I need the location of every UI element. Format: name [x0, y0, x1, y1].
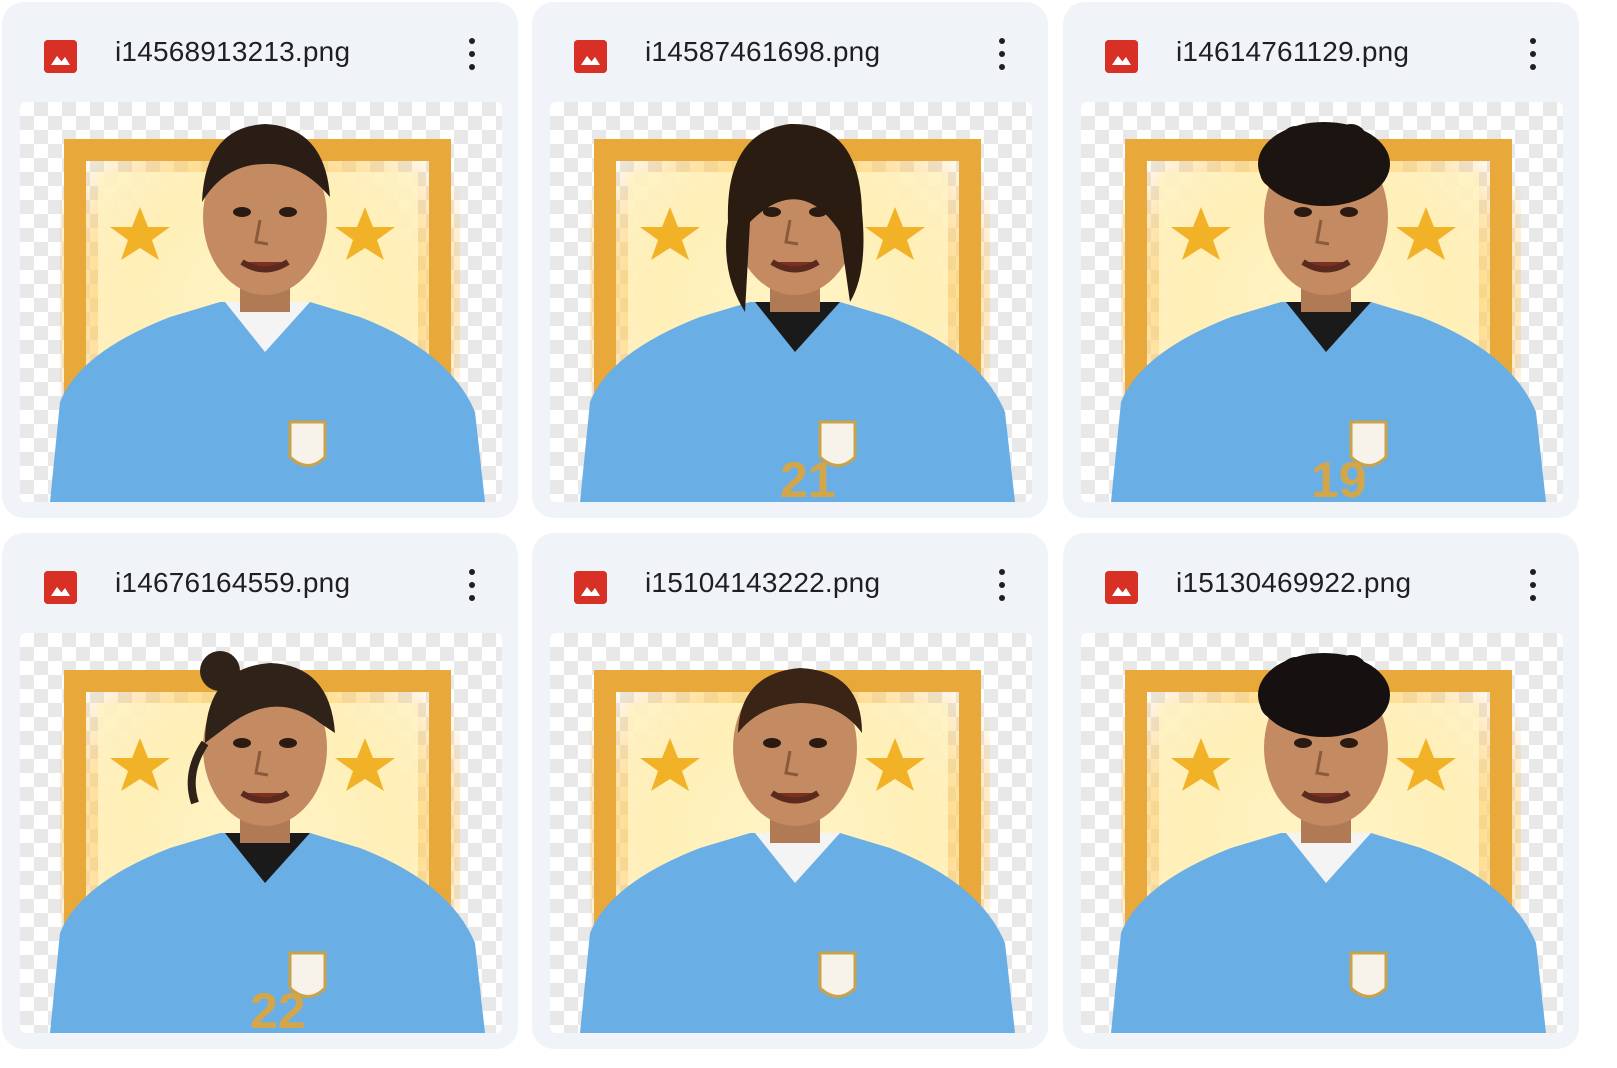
svg-text:19: 19 — [1311, 452, 1367, 502]
image-file-icon — [44, 571, 77, 604]
player-portrait — [580, 668, 1015, 1033]
player-portrait: 22 — [50, 651, 485, 1033]
more-vert-icon[interactable] — [460, 565, 484, 605]
image-file-icon — [574, 40, 607, 73]
player-portrait: 21 — [580, 123, 1015, 502]
image-thumbnail[interactable]: 21 — [550, 102, 1032, 502]
file-card[interactable]: i14614761129.png 19 — [1063, 2, 1579, 518]
file-card[interactable]: i15104143222.png — [532, 533, 1048, 1049]
file-card-header: i14587461698.png — [532, 2, 1048, 98]
file-card[interactable]: i14568913213.png — [2, 2, 518, 518]
file-grid: i14568913213.png i14587461698.png 21 i14… — [0, 0, 1617, 1068]
more-vert-icon[interactable] — [990, 34, 1014, 74]
file-card[interactable]: i15130469922.png — [1063, 533, 1579, 1049]
image-file-icon — [1105, 571, 1138, 604]
image-file-icon — [1105, 40, 1138, 73]
file-name[interactable]: i14676164559.png — [115, 567, 350, 599]
file-card-header: i15130469922.png — [1063, 533, 1579, 629]
player-portrait — [50, 124, 485, 502]
file-card[interactable]: i14676164559.png 22 — [2, 533, 518, 1049]
file-name[interactable]: i15130469922.png — [1176, 567, 1411, 599]
more-vert-icon[interactable] — [990, 565, 1014, 605]
file-card[interactable]: i14587461698.png 21 — [532, 2, 1048, 518]
image-thumbnail[interactable] — [550, 633, 1032, 1033]
file-name[interactable]: i14614761129.png — [1176, 36, 1409, 68]
svg-text:22: 22 — [250, 983, 306, 1033]
image-thumbnail[interactable] — [20, 102, 502, 502]
file-card-header: i14568913213.png — [2, 2, 518, 98]
file-card-header: i14676164559.png — [2, 533, 518, 629]
file-card-header: i15104143222.png — [532, 533, 1048, 629]
svg-text:21: 21 — [780, 452, 836, 502]
file-name[interactable]: i14568913213.png — [115, 36, 350, 68]
image-file-icon — [574, 571, 607, 604]
file-card-header: i14614761129.png — [1063, 2, 1579, 98]
image-thumbnail[interactable]: 22 — [20, 633, 502, 1033]
image-thumbnail[interactable] — [1081, 633, 1563, 1033]
more-vert-icon[interactable] — [1521, 565, 1545, 605]
player-portrait — [1111, 653, 1546, 1033]
file-name[interactable]: i15104143222.png — [645, 567, 880, 599]
more-vert-icon[interactable] — [460, 34, 484, 74]
image-thumbnail[interactable]: 19 — [1081, 102, 1563, 502]
more-vert-icon[interactable] — [1521, 34, 1545, 74]
file-name[interactable]: i14587461698.png — [645, 36, 880, 68]
image-file-icon — [44, 40, 77, 73]
player-portrait: 19 — [1111, 122, 1546, 502]
